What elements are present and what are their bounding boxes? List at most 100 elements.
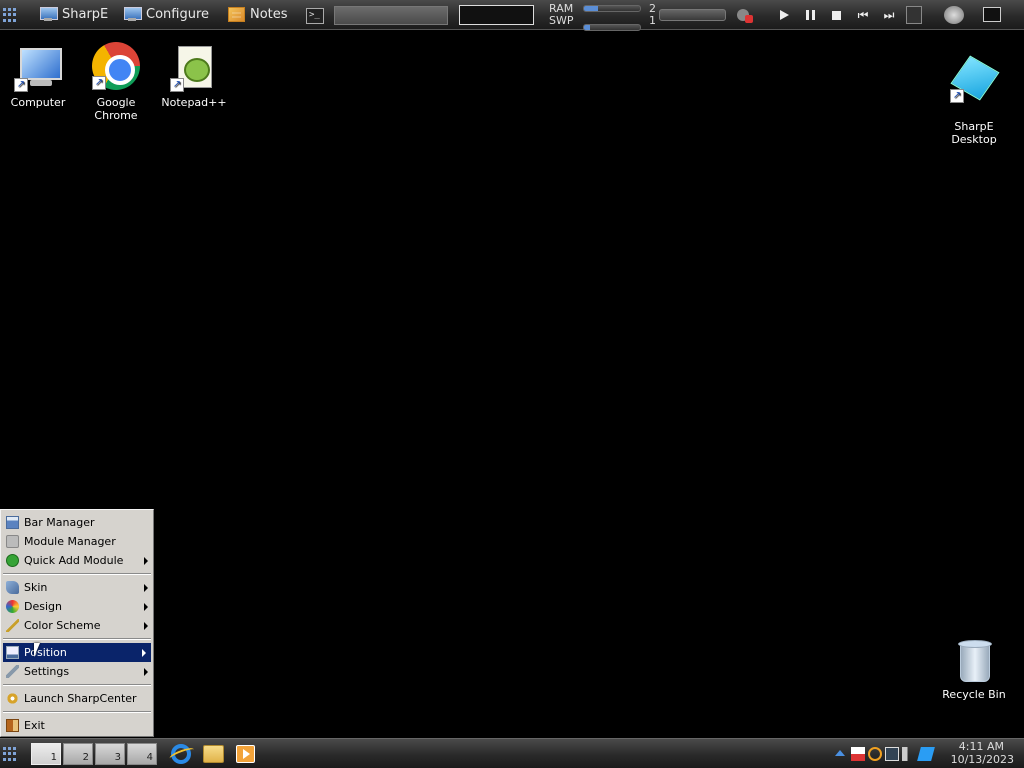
desktop-icon-recycle-bin[interactable]: Recycle Bin: [934, 636, 1014, 701]
menu-separator: [1, 635, 153, 643]
notes-button[interactable]: Notes: [228, 3, 288, 25]
menu-grip-icon[interactable]: [3, 8, 17, 22]
ram-label: RAM: [549, 2, 574, 15]
menu-item-bar-manager[interactable]: Bar Manager: [1, 513, 153, 532]
shortcut-arrow-icon: ↗: [14, 78, 28, 92]
computer-icon: [123, 6, 142, 22]
configure-button[interactable]: Configure: [123, 3, 209, 25]
desktop-icon-sharpe-desktop[interactable]: ↗ SharpE Desktop: [934, 42, 1014, 159]
menu-item-settings[interactable]: Settings: [1, 662, 153, 681]
notes-label: Notes: [250, 6, 288, 22]
configure-label: Configure: [146, 6, 210, 22]
stop-button[interactable]: [829, 8, 843, 22]
menu-grip-icon[interactable]: [3, 747, 17, 761]
exit-door-icon: [6, 719, 19, 732]
clock-time[interactable]: 4:11 AM: [959, 740, 1004, 753]
computer-icon: [39, 6, 58, 22]
internet-explorer-icon[interactable]: [171, 744, 191, 764]
taskbar: 1 2 3 4 4:11 AM 10/13/2023: [0, 738, 1024, 768]
desktop-icon-label: Recycle Bin: [942, 688, 1006, 701]
desktop-icon-google-chrome[interactable]: ↗ Google Chrome: [76, 42, 156, 122]
virtual-desktop-4[interactable]: 4: [127, 743, 157, 765]
recycle-bin-icon: [950, 636, 998, 684]
submenu-arrow-icon: [142, 649, 146, 657]
menu-item-module-manager[interactable]: Module Manager: [1, 532, 153, 551]
pause-button[interactable]: [803, 8, 817, 22]
file-explorer-folder-icon[interactable]: [203, 745, 224, 763]
next-track-button[interactable]: ⏭: [879, 8, 899, 22]
sharpe-label: SharpE: [62, 6, 109, 22]
ram-value: 2: [649, 2, 656, 15]
menu-item-skin[interactable]: Skin: [1, 578, 153, 597]
volume-slider[interactable]: [659, 9, 726, 21]
previous-icon: ⏮: [857, 7, 869, 22]
notes-icon: [228, 6, 245, 22]
volume-muted-icon[interactable]: [902, 747, 916, 761]
menu-item-color-scheme[interactable]: Color Scheme: [1, 616, 153, 635]
play-button[interactable]: [777, 8, 791, 22]
shortcut-arrow-icon: ↗: [950, 89, 964, 103]
position-icon: [6, 646, 19, 659]
virtual-desktop-3[interactable]: 3: [95, 743, 125, 765]
desktop-icon-label: Notepad++: [161, 96, 227, 109]
alien-app-icon[interactable]: [906, 6, 922, 24]
menu-item-label: Bar Manager: [24, 516, 95, 529]
desktop-icon-label: SharpE Desktop: [951, 120, 997, 146]
search-input[interactable]: [459, 5, 534, 25]
menu-separator: [1, 708, 153, 716]
show-hidden-icons-chevron-icon[interactable]: [835, 750, 845, 756]
desktop-icon-label: Computer: [10, 96, 66, 109]
console-icon[interactable]: [983, 7, 1001, 22]
desktop-icon-computer[interactable]: ↗ Computer: [0, 44, 78, 109]
skin-icon: [6, 581, 19, 594]
run-command-field[interactable]: [334, 6, 448, 25]
top-bar: SharpE Configure Notes >_ RAM 2 SWP 1 ⏮ …: [0, 0, 1024, 31]
search-icon[interactable]: [868, 747, 882, 761]
submenu-arrow-icon: [144, 668, 148, 676]
menu-item-label: Position: [24, 646, 67, 659]
swp-meter: [583, 24, 641, 31]
stop-icon: [831, 10, 841, 20]
swp-label: SWP: [549, 14, 574, 27]
virtual-desktop-2[interactable]: 2: [63, 743, 93, 765]
virtual-desktop-1[interactable]: 1: [31, 743, 61, 765]
menu-item-exit[interactable]: Exit: [1, 716, 153, 735]
menu-item-quick-add-module[interactable]: Quick Add Module: [1, 551, 153, 570]
menu-item-position[interactable]: Position: [3, 643, 151, 662]
menu-item-label: Launch SharpCenter: [24, 692, 137, 705]
context-menu: Bar Manager Module Manager Quick Add Mod…: [0, 509, 154, 737]
notepad-plus-plus-icon: ↗: [170, 44, 218, 92]
shortcut-arrow-icon: ↗: [92, 76, 106, 90]
network-icon[interactable]: [885, 747, 899, 761]
clock-date[interactable]: 10/13/2023: [951, 753, 1014, 766]
media-player-icon[interactable]: [236, 745, 255, 763]
desktop-icon-notepad-plus-plus[interactable]: ↗ Notepad++: [154, 44, 234, 109]
action-center-flag-icon[interactable]: [851, 747, 865, 761]
menu-item-label: Skin: [24, 581, 48, 594]
color-scheme-brush-icon: [6, 619, 19, 632]
pause-icon: [805, 10, 815, 20]
computer-icon: ↗: [14, 44, 62, 92]
menu-item-design[interactable]: Design: [1, 597, 153, 616]
speaker-muted-icon[interactable]: [736, 7, 754, 23]
submenu-arrow-icon: [144, 622, 148, 630]
menu-item-label: Design: [24, 600, 62, 613]
wrench-icon: [6, 665, 19, 678]
notification-icon[interactable]: [917, 747, 935, 761]
paint-palette-icon[interactable]: [944, 6, 964, 24]
swp-meter-fill: [584, 25, 590, 30]
mouse-cursor-icon: [34, 643, 40, 657]
ram-meter-fill: [584, 6, 598, 11]
submenu-arrow-icon: [144, 603, 148, 611]
menu-item-label: Exit: [24, 719, 45, 732]
menu-item-launch-sharpcenter[interactable]: Launch SharpCenter: [1, 689, 153, 708]
menu-separator: [1, 681, 153, 689]
menu-item-label: Module Manager: [24, 535, 116, 548]
bar-manager-icon: [6, 516, 19, 529]
menu-item-label: Settings: [24, 665, 70, 678]
terminal-icon: >_: [306, 8, 324, 24]
terminal-button[interactable]: >_: [306, 5, 324, 27]
sharpe-button[interactable]: SharpE: [39, 3, 108, 25]
previous-track-button[interactable]: ⏮: [853, 8, 873, 22]
virtual-desktop-number: 3: [114, 752, 121, 763]
